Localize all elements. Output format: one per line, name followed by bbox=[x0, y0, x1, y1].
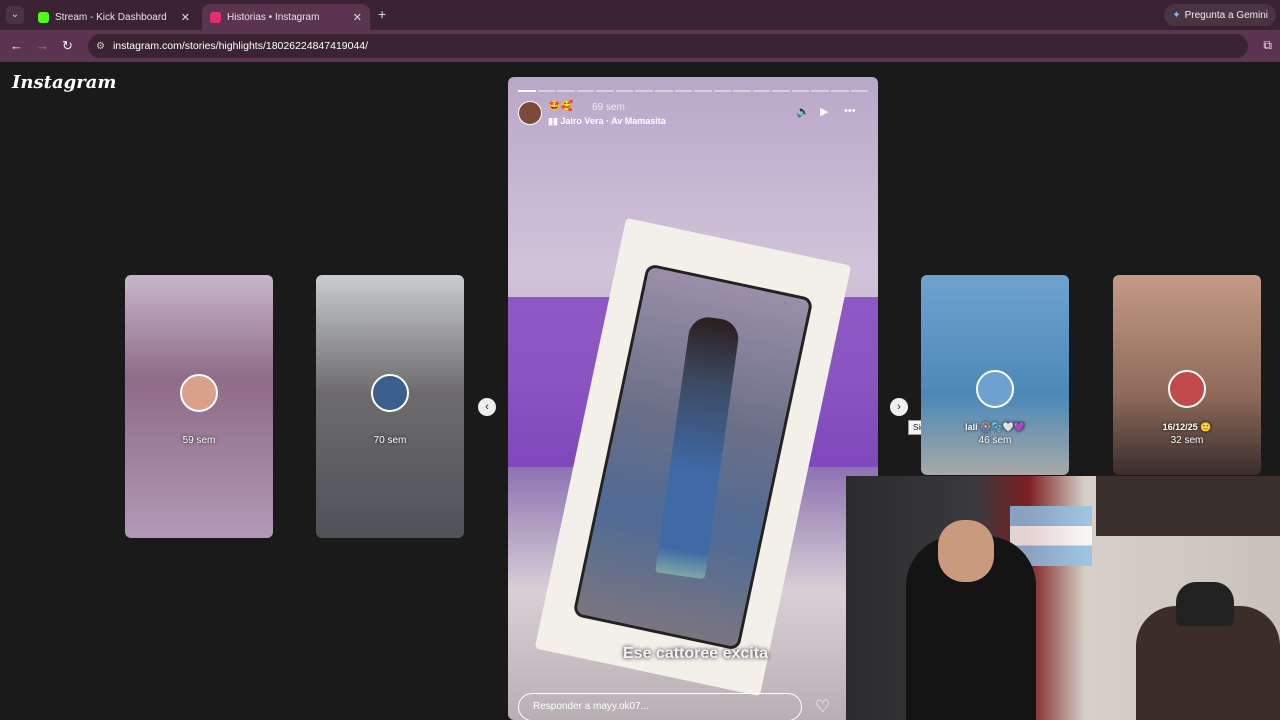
story-author-avatar[interactable] bbox=[518, 101, 542, 125]
gemini-label: Pregunta a Gemini bbox=[1184, 9, 1268, 21]
music-track: Jairo Vera · Av Mamasita bbox=[560, 116, 666, 126]
close-tab-icon[interactable]: ✕ bbox=[353, 11, 362, 24]
story-age: 46 sem bbox=[978, 435, 1012, 446]
avatar bbox=[371, 374, 409, 413]
story-progress-segment bbox=[596, 90, 614, 92]
story-owner-name: 16/12/25 🙂 bbox=[1162, 422, 1212, 432]
like-heart-icon[interactable]: ♡ bbox=[815, 697, 830, 717]
avatar bbox=[180, 374, 218, 413]
story-owner-name: lali 🎡🫧🤍💜 bbox=[965, 422, 1025, 432]
instagram-logo[interactable]: Instagram bbox=[12, 72, 116, 93]
url-text[interactable]: instagram.com/stories/highlights/1802622… bbox=[113, 40, 368, 52]
webcam-person-left-head bbox=[938, 520, 994, 582]
tab-kick-dashboard[interactable]: Stream - Kick Dashboard ✕ bbox=[30, 4, 198, 30]
story-progress-segment bbox=[518, 90, 536, 92]
story-age: 69 sem bbox=[592, 102, 625, 113]
story-progress-segment bbox=[694, 90, 712, 92]
story-progress-segment bbox=[713, 90, 732, 92]
story-progress-segment bbox=[654, 90, 673, 92]
story-age: 32 sem bbox=[1170, 435, 1204, 446]
back-button[interactable]: ← bbox=[10, 38, 23, 53]
next-story-button[interactable]: › bbox=[890, 398, 908, 416]
more-options-icon[interactable]: ••• bbox=[844, 105, 856, 117]
browser-toolbar: ← → ↻ ⚙ instagram.com/stories/highlights… bbox=[0, 30, 1280, 62]
site-info-icon[interactable]: ⚙ bbox=[96, 41, 105, 52]
story-caption: Ese cattoree excita bbox=[623, 645, 768, 662]
previous-story-button[interactable]: ‹ bbox=[478, 398, 496, 416]
story-header: 🤩🥰 69 sem ▮▮ Jairo Vera · Av Mamasita 🔈 … bbox=[518, 99, 868, 129]
forward-button[interactable]: → bbox=[36, 38, 49, 53]
story-progress-segment bbox=[557, 90, 575, 92]
webcam-person-right-cap bbox=[1176, 582, 1234, 626]
story-music-label[interactable]: ▮▮ Jairo Vera · Av Mamasita bbox=[548, 116, 666, 127]
active-story[interactable]: 🤩🥰 69 sem ▮▮ Jairo Vera · Av Mamasita 🔈 … bbox=[508, 77, 878, 720]
tab-instagram-stories[interactable]: Historias • Instagram ✕ bbox=[202, 4, 370, 30]
side-story-left-1[interactable]: 59 sem bbox=[125, 275, 273, 538]
story-progress-bar bbox=[518, 90, 869, 92]
story-age: 70 sem bbox=[373, 435, 407, 446]
story-age: 59 sem bbox=[182, 435, 216, 446]
story-highlight-emojis: 🤩🥰 bbox=[548, 101, 573, 112]
gemini-icon: ✦ bbox=[1172, 9, 1181, 21]
avatar bbox=[1168, 370, 1206, 408]
side-story-left-2[interactable]: 70 sem bbox=[316, 275, 464, 538]
story-progress-segment bbox=[615, 90, 634, 92]
story-progress-segment bbox=[576, 90, 595, 92]
story-progress-segment bbox=[635, 90, 653, 92]
music-icon: ▮▮ bbox=[548, 116, 558, 126]
address-bar[interactable]: ⚙ instagram.com/stories/highlights/18026… bbox=[88, 34, 1248, 58]
tab-title: Historias • Instagram bbox=[227, 11, 320, 23]
new-tab-button[interactable]: + bbox=[378, 6, 386, 22]
avatar bbox=[976, 370, 1014, 408]
side-story-right-1[interactable]: lali 🎡🫧🤍💜 46 sem bbox=[921, 275, 1069, 475]
side-story-right-2[interactable]: 16/12/25 🙂 32 sem bbox=[1113, 275, 1261, 475]
tab-list-button[interactable]: ⌄ bbox=[6, 6, 24, 24]
reload-button[interactable]: ↻ bbox=[62, 38, 73, 54]
mute-icon[interactable]: 🔈 bbox=[796, 105, 810, 118]
story-progress-segment bbox=[772, 90, 790, 92]
webcam-shelf bbox=[1096, 476, 1280, 536]
story-progress-segment bbox=[850, 90, 869, 92]
story-progress-segment bbox=[752, 90, 771, 92]
story-progress-segment bbox=[831, 90, 849, 92]
reply-input[interactable]: Responder a mayy.ok07... bbox=[518, 693, 802, 720]
story-progress-segment bbox=[811, 90, 829, 92]
browser-tab-strip: ⌄ Stream - Kick Dashboard ✕ Historias • … bbox=[0, 0, 1280, 30]
story-progress-segment bbox=[674, 90, 693, 92]
story-progress-segment bbox=[537, 90, 556, 92]
close-tab-icon[interactable]: ✕ bbox=[181, 11, 190, 24]
story-progress-segment bbox=[791, 90, 810, 92]
gemini-button[interactable]: ✦ Pregunta a Gemini bbox=[1164, 4, 1276, 26]
streamer-webcam-overlay bbox=[846, 476, 1280, 720]
kick-favicon-icon bbox=[38, 11, 49, 23]
instagram-favicon-icon bbox=[210, 11, 221, 23]
story-progress-segment bbox=[733, 90, 751, 92]
tab-title: Stream - Kick Dashboard bbox=[55, 11, 167, 23]
play-icon[interactable]: ▶ bbox=[820, 105, 828, 118]
cast-icon[interactable]: ⧉ bbox=[1263, 38, 1272, 53]
